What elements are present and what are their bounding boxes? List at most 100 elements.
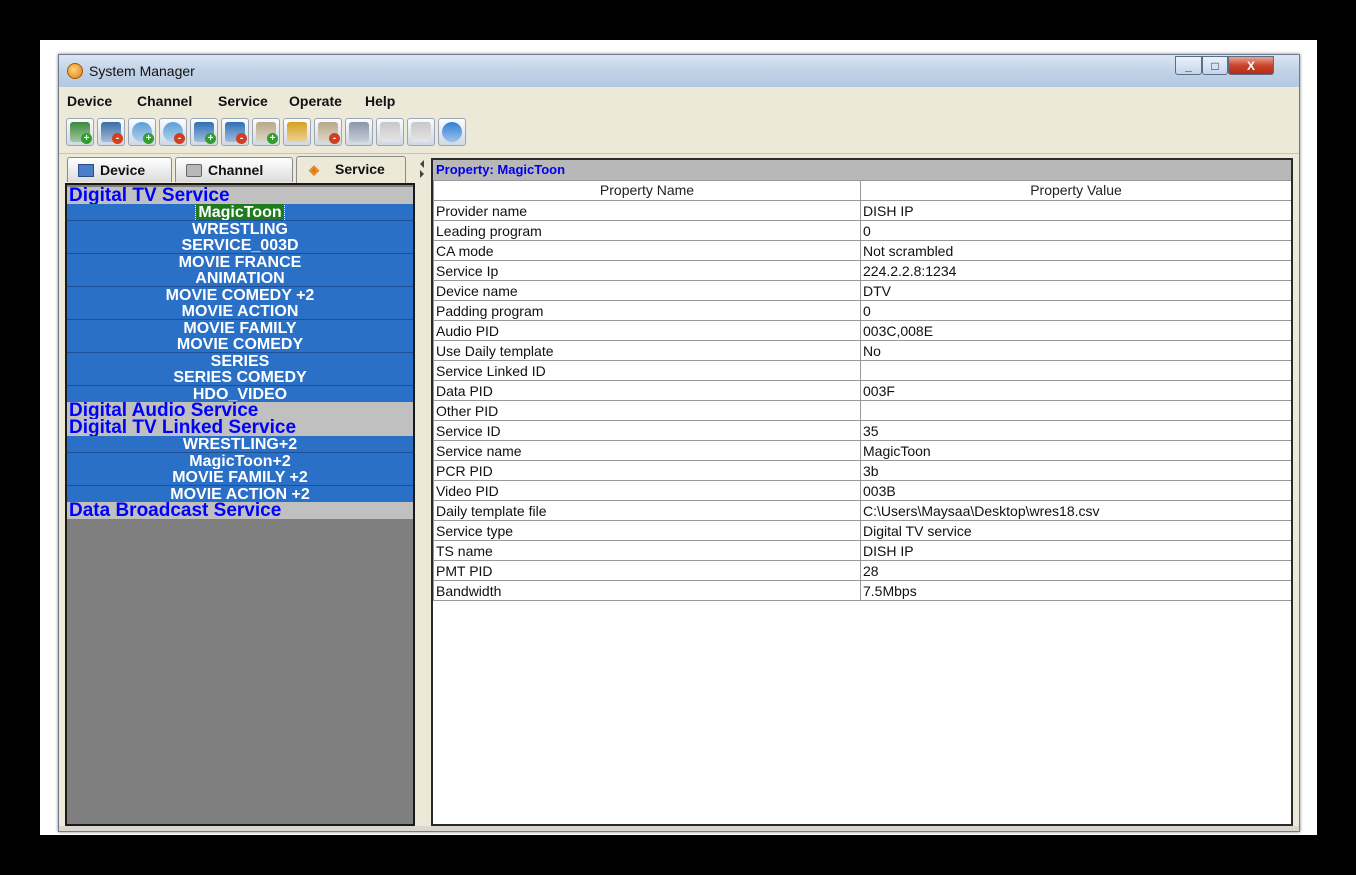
split-pane-divider[interactable] (417, 157, 431, 827)
table-row[interactable]: Provider name DISH IP (433, 200, 1291, 221)
property-name-cell: Bandwidth (433, 580, 861, 601)
property-value-cell[interactable] (860, 360, 1291, 381)
table-row[interactable]: Use Daily template No (433, 340, 1291, 361)
tab-device-label: Device (100, 162, 146, 178)
table-row[interactable]: Service ID 35 (433, 420, 1291, 441)
toolbar-button-10[interactable] (345, 118, 373, 146)
property-value-cell[interactable]: DISH IP (860, 540, 1291, 561)
property-value-cell[interactable]: 7.5Mbps (860, 580, 1291, 601)
toolbar-button-1[interactable]: + (66, 118, 94, 146)
menu-service[interactable]: Service (218, 93, 268, 109)
property-value-cell[interactable]: Digital TV service (860, 520, 1291, 541)
tab-device[interactable]: Device (67, 157, 172, 182)
property-value-cell[interactable]: DISH IP (860, 200, 1291, 221)
table-row[interactable]: Padding program 0 (433, 300, 1291, 321)
property-value-cell[interactable]: 35 (860, 420, 1291, 441)
table-row[interactable]: Leading program 0 (433, 220, 1291, 241)
property-value-cell[interactable]: 3b (860, 460, 1291, 481)
tree-category[interactable]: Digital TV Service (67, 187, 413, 204)
property-table[interactable]: Property Name Property Value Provider na… (433, 180, 1291, 601)
tree-service-item[interactable]: SERVICE_003D (67, 237, 413, 254)
tree-service-item[interactable]: WRESTLING+2 (67, 436, 413, 453)
table-row[interactable]: Bandwidth 7.5Mbps (433, 580, 1291, 601)
tree-category[interactable]: Digital Audio Service (67, 402, 413, 419)
service-tree[interactable]: Digital TV Service MagicToon WRESTLING SERV… (65, 183, 415, 826)
tree-service-label: MagicToon+2 (189, 452, 291, 470)
property-value-cell[interactable]: 003B (860, 480, 1291, 501)
tree-category[interactable]: Data Broadcast Service (67, 502, 413, 519)
property-name-cell: CA mode (433, 240, 861, 261)
property-value-cell[interactable]: C:\Users\Maysaa\Desktop\wres18.csv (860, 500, 1291, 521)
tree-service-item[interactable]: SERIES (67, 352, 413, 370)
tree-service-item[interactable]: MOVIE ACTION +2 (67, 485, 413, 503)
property-value-cell[interactable]: Not scrambled (860, 240, 1291, 261)
table-row[interactable]: PMT PID 28 (433, 560, 1291, 581)
table-row[interactable]: Device name DTV (433, 280, 1291, 301)
table-row[interactable]: CA mode Not scrambled (433, 240, 1291, 261)
toolbar-button-9[interactable]: - (314, 118, 342, 146)
table-row[interactable]: TS name DISH IP (433, 540, 1291, 561)
property-value-cell[interactable]: MagicToon (860, 440, 1291, 461)
toolbar-button-4[interactable]: - (159, 118, 187, 146)
property-value-cell[interactable]: 224.2.2.8:1234 (860, 260, 1291, 281)
tree-service-item[interactable]: MagicToon+2 (67, 452, 413, 470)
close-button[interactable]: X (1228, 56, 1274, 75)
tree-service-item[interactable]: MOVIE COMEDY +2 (67, 286, 413, 304)
toolbar-button-5[interactable]: + (190, 118, 218, 146)
table-row[interactable]: Other PID (433, 400, 1291, 421)
menu-channel[interactable]: Channel (137, 93, 192, 109)
menu-operate[interactable]: Operate (289, 93, 342, 109)
tab-channel[interactable]: Channel (175, 157, 293, 182)
menu-help[interactable]: Help (365, 93, 395, 109)
tree-service-item[interactable]: MOVIE FAMILY (67, 319, 413, 337)
menu-device[interactable]: Device (67, 93, 112, 109)
tree-service-item[interactable]: HDO_VIDEO (67, 385, 413, 403)
table-row[interactable]: Service Ip 224.2.2.8:1234 (433, 260, 1291, 281)
tree-service-item[interactable]: WRESTLING (67, 220, 413, 238)
property-value-cell[interactable] (860, 400, 1291, 421)
table-row[interactable]: Service type Digital TV service (433, 520, 1291, 541)
property-value-cell[interactable]: 003C,008E (860, 320, 1291, 341)
toolbar-button-3[interactable]: + (128, 118, 156, 146)
column-header-property-value[interactable]: Property Value (860, 180, 1291, 201)
toolbar-button-8[interactable] (283, 118, 311, 146)
toolbar-button-12[interactable] (407, 118, 435, 146)
property-value-cell[interactable]: 28 (860, 560, 1291, 581)
title-bar[interactable]: System Manager _ □ X (59, 55, 1299, 87)
toolbar-button-11[interactable] (376, 118, 404, 146)
column-header-property-name[interactable]: Property Name (433, 180, 861, 201)
tree-service-item[interactable]: MOVIE FRANCE (67, 253, 413, 271)
toolbar-button-13[interactable] (438, 118, 466, 146)
toolbar-button-6[interactable]: - (221, 118, 249, 146)
property-value-cell[interactable]: No (860, 340, 1291, 361)
table-row[interactable]: Service Linked ID (433, 360, 1291, 381)
property-name-cell: Data PID (433, 380, 861, 401)
tree-service-item[interactable]: MOVIE FAMILY +2 (67, 469, 413, 486)
tree-service-item[interactable]: ANIMATION (67, 270, 413, 287)
tab-service[interactable]: ◈ Service (296, 156, 406, 183)
toolbar-button-2[interactable]: - (97, 118, 125, 146)
minimize-button[interactable]: _ (1175, 56, 1202, 75)
property-value-cell[interactable]: 0 (860, 300, 1291, 321)
tree-service-label: MOVIE COMEDY +2 (165, 286, 315, 304)
property-name-cell: Service ID (433, 420, 861, 441)
tree-service-item[interactable]: MOVIE COMEDY (67, 336, 413, 353)
table-row[interactable]: Audio PID 003C,008E (433, 320, 1291, 341)
info-icon (442, 122, 462, 142)
property-panel: Property: MagicToon Property Name Proper… (431, 158, 1293, 826)
tree-service-item[interactable]: SERIES COMEDY (67, 369, 413, 386)
tree-service-item[interactable]: MagicToon (67, 204, 413, 221)
table-row[interactable]: Daily template file C:\Users\Maysaa\Deskt… (433, 500, 1291, 521)
maximize-button[interactable]: □ (1202, 56, 1228, 75)
property-value-cell[interactable]: 003F (860, 380, 1291, 401)
table-row[interactable]: PCR PID 3b (433, 460, 1291, 481)
table-row[interactable]: Service name MagicToon (433, 440, 1291, 461)
plus-badge-icon: + (81, 133, 92, 144)
property-value-cell[interactable]: DTV (860, 280, 1291, 301)
toolbar-button-7[interactable]: + (252, 118, 280, 146)
table-row[interactable]: Video PID 003B (433, 480, 1291, 501)
table-row[interactable]: Data PID 003F (433, 380, 1291, 401)
tree-service-item[interactable]: MOVIE ACTION (67, 303, 413, 320)
tree-category[interactable]: Digital TV Linked Service (67, 419, 413, 436)
property-value-cell[interactable]: 0 (860, 220, 1291, 241)
